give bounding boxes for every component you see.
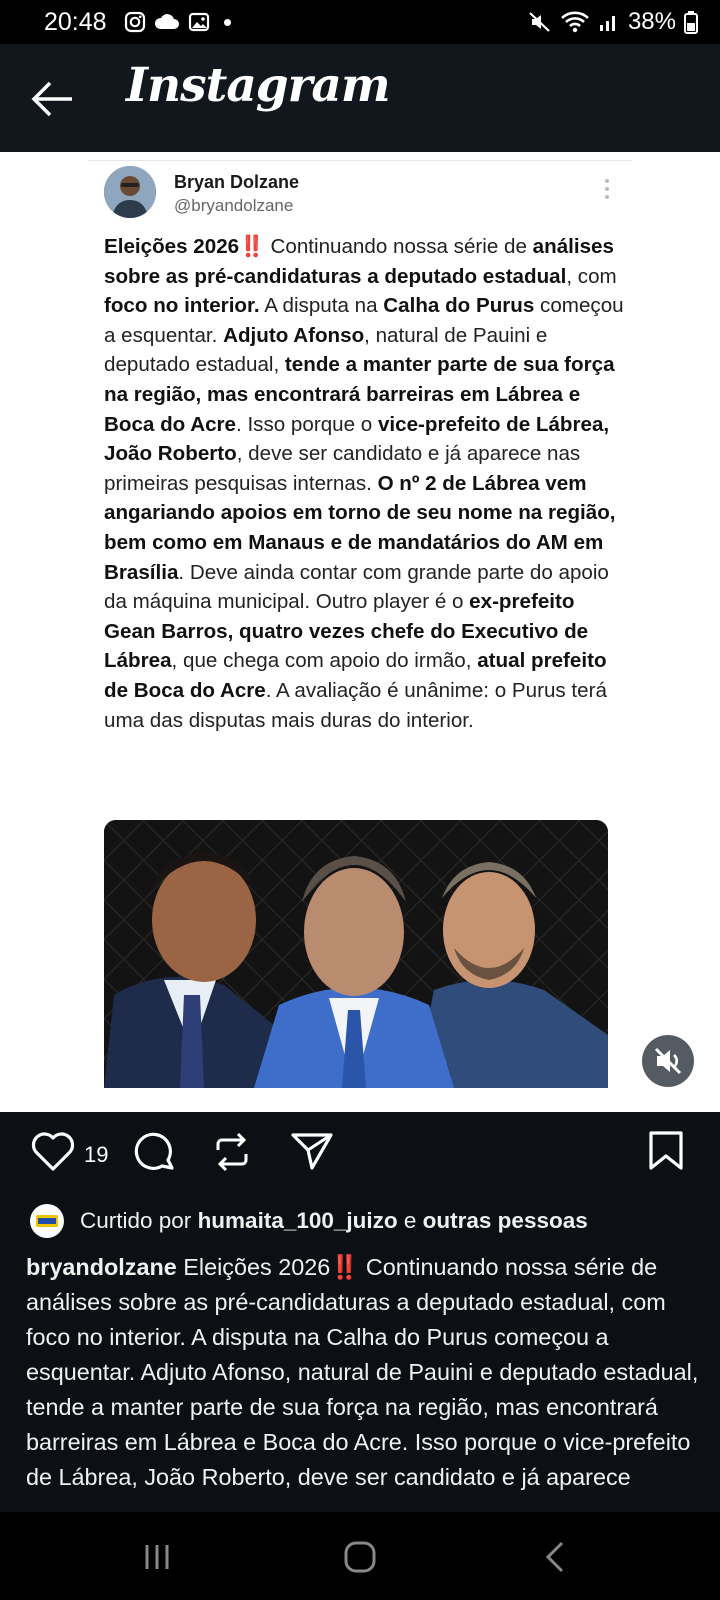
app-header: Instagram xyxy=(0,44,720,152)
signal-icon xyxy=(599,16,615,31)
liked-by-text: Curtido por humaita_100_juizo e outras p… xyxy=(80,1208,588,1234)
caption-text: Eleições 2026‼️ Continuando nossa série … xyxy=(26,1254,699,1490)
more-notifications-dot xyxy=(224,18,231,26)
recent-apps-icon[interactable] xyxy=(142,1542,172,1572)
share-icon[interactable] xyxy=(290,1130,334,1172)
post-actions: 19 xyxy=(0,1112,720,1192)
post-caption: bryandolzane Eleições 2026‼️ Continuando… xyxy=(26,1250,706,1512)
back-nav-icon[interactable] xyxy=(544,1540,566,1574)
liked-by-middle: e xyxy=(397,1208,423,1233)
instagram-logo: Instagram xyxy=(126,58,391,113)
liked-by-row[interactable]: Curtido por humaita_100_juizo e outras p… xyxy=(30,1204,710,1240)
tweet-text-segment: , com xyxy=(566,264,617,288)
caption-username[interactable]: bryandolzane xyxy=(26,1254,177,1280)
back-arrow-icon[interactable] xyxy=(28,77,78,121)
candidates-photo xyxy=(104,820,608,1088)
tweet-text-segment: Continuando nossa série de xyxy=(264,235,533,258)
wifi-icon xyxy=(561,11,589,33)
author-name: Bryan Dolzane xyxy=(174,172,300,192)
instagram-notification-icon xyxy=(124,11,146,33)
liked-by-others[interactable]: outras pessoas xyxy=(423,1208,588,1233)
cloud-icon xyxy=(154,14,179,29)
video-mute-button[interactable] xyxy=(642,1035,694,1087)
liker-username[interactable]: humaita_100_juizo xyxy=(198,1208,398,1233)
tweet-text-segment: Adjuto Afonso xyxy=(223,323,365,347)
tweet-card: Bryan Dolzane @bryandolzane Eleições 202… xyxy=(88,160,632,1100)
notification-icons xyxy=(124,9,231,35)
tweet-text: Eleições 2026‼️ Continuando nossa série … xyxy=(104,232,626,735)
tweet-text-segment: foco no interior. xyxy=(104,294,260,318)
tweet-text-segment: , que chega com apoio do irmão, xyxy=(171,649,478,673)
gallery-icon xyxy=(188,12,210,32)
more-options-icon xyxy=(605,179,609,199)
mute-icon xyxy=(529,12,550,32)
heart-icon[interactable] xyxy=(30,1130,76,1172)
author-avatar xyxy=(104,166,156,218)
liker-avatar xyxy=(30,1204,64,1238)
battery-icon xyxy=(684,11,698,34)
status-bar: 20:48 38% xyxy=(0,0,720,44)
tweet-text-segment: Calha do Purus xyxy=(383,294,535,318)
comment-icon[interactable] xyxy=(132,1130,178,1176)
system-status-icons: 38% xyxy=(528,8,698,36)
bookmark-icon[interactable] xyxy=(648,1130,684,1172)
like-count[interactable]: 19 xyxy=(84,1142,108,1168)
repost-icon[interactable] xyxy=(212,1130,252,1174)
status-time: 20:48 xyxy=(44,8,107,36)
home-icon[interactable] xyxy=(343,1540,377,1574)
post-image[interactable]: Bryan Dolzane @bryandolzane Eleições 202… xyxy=(0,152,720,1112)
liked-by-prefix: Curtido por xyxy=(80,1208,198,1233)
tweet-text-segment: . Isso porque o xyxy=(236,412,378,436)
system-navigation-bar xyxy=(0,1512,720,1600)
tweet-text-segment: ‼️ xyxy=(239,235,265,258)
tweet-text-segment: Eleições 2026 xyxy=(104,235,240,258)
speaker-muted-icon xyxy=(654,1047,682,1075)
tweet-text-segment: A disputa na xyxy=(259,294,384,318)
author-handle: @bryandolzane xyxy=(174,196,294,215)
battery-level: 38% xyxy=(627,8,676,35)
